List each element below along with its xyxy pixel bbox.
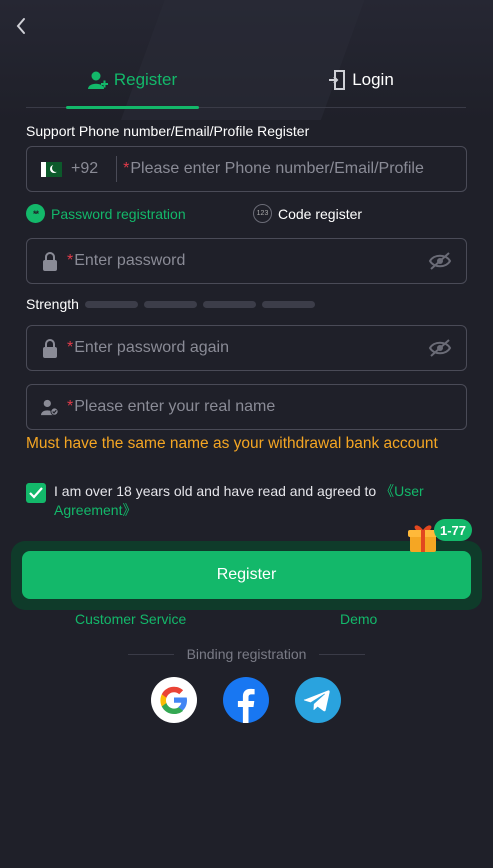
password-strength: Strength (26, 296, 315, 312)
tab-login-label: Login (352, 70, 394, 89)
demo-link[interactable]: Demo (340, 611, 377, 627)
field-divider (116, 156, 118, 182)
password-registration-label: Password registration (51, 205, 186, 222)
password-mode-icon: ** (26, 204, 45, 223)
phone-input-placeholder[interactable]: Please enter Phone number/Email/Profile (130, 160, 424, 178)
divider-line (319, 653, 366, 655)
telegram-login-button[interactable] (295, 677, 341, 723)
name-warning: Must have the same name as your withdraw… (26, 435, 438, 452)
agreement-text: I am over 18 years old and have read and… (54, 482, 466, 520)
add-user-icon (87, 71, 108, 89)
real-name-field[interactable]: * Please enter your real name (26, 384, 467, 430)
strength-bar (84, 300, 138, 308)
divider-line (127, 653, 174, 655)
tab-login[interactable]: Login (316, 58, 406, 108)
country-code[interactable]: +92 (71, 160, 98, 178)
agreement-row: I am over 18 years old and have read and… (26, 482, 466, 520)
confirm-password-field[interactable]: * Enter password again (26, 325, 467, 371)
auth-tabs: Register Login (26, 58, 466, 109)
telegram-icon (303, 690, 330, 712)
eye-off-icon[interactable] (428, 251, 452, 271)
required-mark: * (67, 252, 74, 269)
real-name-placeholder[interactable]: Please enter your real name (74, 398, 275, 416)
lock-icon (41, 338, 59, 358)
registration-modes: ** Password registration 123 Code regist… (26, 204, 467, 226)
tab-register[interactable]: Register (66, 58, 199, 109)
strength-bar (261, 300, 315, 308)
code-mode-icon: 123 (253, 204, 272, 223)
password-registration-option[interactable]: ** Password registration (26, 204, 186, 223)
google-login-button[interactable] (151, 677, 197, 723)
code-register-label: Code register (278, 205, 363, 222)
lock-icon (41, 251, 59, 271)
register-method-label: Support Phone number/Email/Profile Regis… (26, 123, 310, 139)
eye-off-icon[interactable] (428, 338, 452, 358)
facebook-login-button[interactable] (223, 677, 269, 723)
user-verified-icon (41, 397, 59, 417)
customer-service-link[interactable]: Customer Service (75, 611, 186, 627)
strength-bar (202, 300, 256, 308)
facebook-icon (237, 688, 255, 723)
checkmark-icon (29, 487, 43, 499)
pakistan-flag-icon[interactable] (41, 161, 62, 177)
google-icon (160, 686, 187, 714)
agreement-checkbox[interactable] (26, 483, 46, 503)
register-button[interactable]: Register (22, 551, 471, 599)
required-mark: * (67, 398, 74, 415)
gift-badge[interactable]: 1-77 (434, 519, 473, 541)
binding-registration: Binding registration (0, 646, 493, 662)
login-door-icon (329, 70, 346, 90)
strength-bar (143, 300, 197, 308)
chevron-left-icon (16, 18, 25, 34)
confirm-password-placeholder[interactable]: Enter password again (74, 339, 229, 357)
password-input-placeholder[interactable]: Enter password (74, 252, 185, 270)
tab-register-label: Register (113, 70, 178, 89)
code-register-option[interactable]: 123 Code register (253, 204, 362, 223)
password-field[interactable]: * Enter password (26, 238, 467, 284)
required-mark: * (123, 160, 130, 177)
back-button[interactable] (12, 14, 30, 38)
required-mark: * (67, 339, 74, 356)
agreement-statement: I am over 18 years old and have read and… (54, 483, 381, 499)
phone-email-field[interactable]: +92 * Please enter Phone number/Email/Pr… (26, 146, 467, 192)
strength-label: Strength (26, 296, 79, 312)
binding-label: Binding registration (186, 646, 307, 662)
